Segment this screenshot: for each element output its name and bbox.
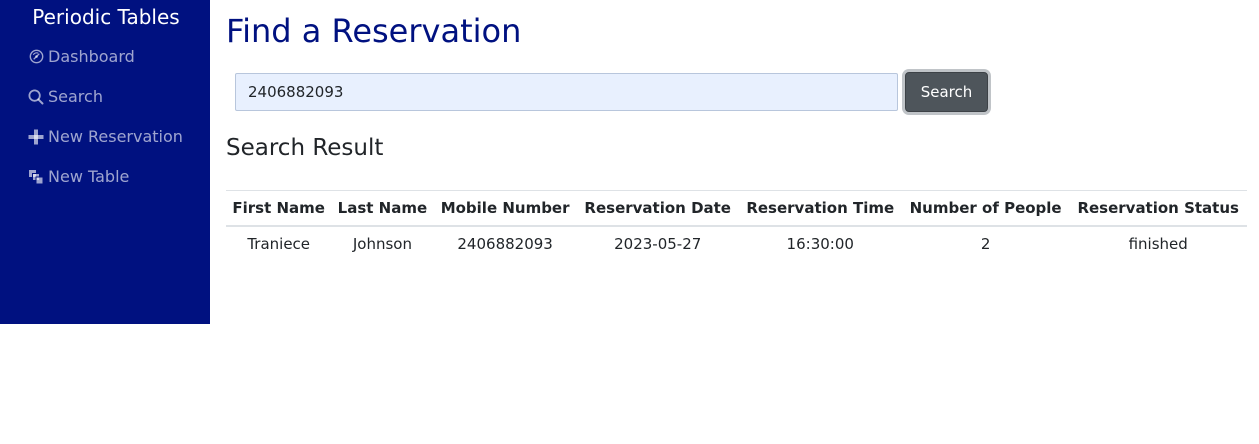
sidebar-item-new-reservation[interactable]: New Reservation xyxy=(28,127,183,146)
column-header-last-name: Last Name xyxy=(331,190,434,227)
search-button[interactable]: Search xyxy=(905,72,988,112)
sidebar-item-label: New Reservation xyxy=(48,127,183,146)
cell-mobile-number: 2406882093 xyxy=(457,235,553,253)
cell-first-name: Traniece xyxy=(247,235,311,253)
cell-reservation-date: 2023-05-27 xyxy=(614,235,702,253)
column-header-reservation-time: Reservation Time xyxy=(738,190,902,227)
sidebar-item-search[interactable]: Search xyxy=(28,87,103,106)
sidebar-item-label: Dashboard xyxy=(48,47,135,66)
column-header-reservation-date: Reservation Date xyxy=(576,190,739,227)
plus-icon xyxy=(28,129,44,145)
brand-title[interactable]: Periodic Tables xyxy=(0,5,212,29)
sidebar-item-new-table[interactable]: New Table xyxy=(28,167,129,186)
cell-last-name: Johnson xyxy=(352,235,412,253)
table-row: Traniece Johnson 2406882093 2023-05-27 1… xyxy=(226,226,1247,261)
cell-number-of-people: 2 xyxy=(980,235,991,253)
layers-icon xyxy=(28,169,44,185)
cell-reservation-time: 16:30:00 xyxy=(786,235,854,253)
cell-reservation-status: finished xyxy=(1128,235,1188,253)
sidebar: Periodic Tables Dashboard Search New Res… xyxy=(0,0,210,324)
sidebar-item-label: New Table xyxy=(48,167,130,186)
search-result-heading: Search Result xyxy=(226,135,384,161)
search-input[interactable] xyxy=(235,73,898,111)
sidebar-item-dashboard[interactable]: Dashboard xyxy=(28,47,135,66)
table-header-row: First Name Last Name Mobile Number Reser… xyxy=(226,190,1247,227)
column-header-reservation-status: Reservation Status xyxy=(1069,190,1247,227)
column-header-mobile-number: Mobile Number xyxy=(433,190,577,227)
page-title: Find a Reservation xyxy=(226,12,522,50)
column-header-first-name: First Name xyxy=(226,190,332,227)
results-table: First Name Last Name Mobile Number Reser… xyxy=(226,190,1247,261)
sidebar-item-label: Search xyxy=(48,87,103,106)
dashboard-icon xyxy=(28,49,44,65)
search-icon xyxy=(28,89,44,105)
column-header-number-of-people: Number of People xyxy=(901,190,1070,227)
